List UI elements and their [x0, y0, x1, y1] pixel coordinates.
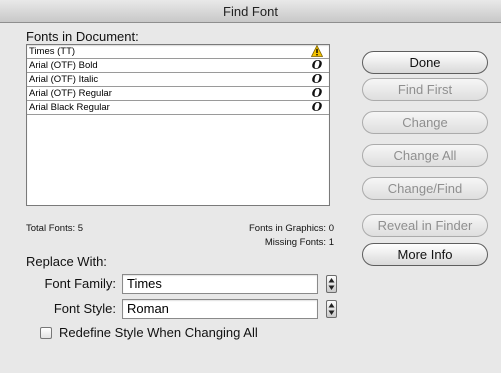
- font-name: Times (TT): [29, 46, 76, 57]
- font-list-item[interactable]: Arial Black Regular O: [27, 101, 329, 115]
- up-down-arrows-icon: [328, 278, 335, 290]
- font-family-label: Font Family:: [44, 276, 116, 291]
- total-fonts-count: Total Fonts: 5: [26, 223, 84, 234]
- more-info-button[interactable]: More Info: [362, 243, 488, 266]
- font-style-stepper[interactable]: [326, 300, 337, 318]
- find-first-button[interactable]: Find First: [362, 78, 488, 101]
- reveal-in-finder-button[interactable]: Reveal in Finder: [362, 214, 488, 237]
- font-list-item[interactable]: Arial (OTF) Italic O: [27, 73, 329, 87]
- warning-icon: [310, 44, 324, 58]
- redefine-style-checkbox[interactable]: [40, 327, 52, 339]
- font-name: Arial (OTF) Bold: [29, 60, 98, 71]
- change-find-button[interactable]: Change/Find: [362, 177, 488, 200]
- font-list-item[interactable]: Arial (OTF) Bold O: [27, 59, 329, 73]
- up-down-arrows-icon: [328, 303, 335, 315]
- window-title: Find Font: [0, 0, 501, 23]
- opentype-icon: O: [311, 72, 323, 86]
- opentype-icon: O: [311, 58, 323, 72]
- font-list-item[interactable]: Times (TT): [27, 44, 329, 59]
- font-name: Arial Black Regular: [29, 102, 110, 113]
- font-list-item[interactable]: Arial (OTF) Regular O: [27, 87, 329, 101]
- opentype-icon: O: [311, 100, 323, 114]
- font-style-field[interactable]: Roman: [122, 299, 318, 319]
- done-button[interactable]: Done: [362, 51, 488, 74]
- font-family-field[interactable]: Times: [122, 274, 318, 294]
- change-button[interactable]: Change: [362, 111, 488, 134]
- redefine-style-label: Redefine Style When Changing All: [59, 325, 258, 340]
- replace-with-label: Replace With:: [26, 254, 107, 269]
- font-style-label: Font Style:: [53, 301, 116, 316]
- font-name: Arial (OTF) Italic: [29, 74, 99, 85]
- opentype-icon: O: [311, 86, 323, 100]
- font-list[interactable]: Times (TT) Arial (OTF) Bold O Arial (OTF…: [26, 44, 330, 206]
- fonts-in-document-label: Fonts in Document:: [26, 29, 139, 44]
- missing-fonts-count: Missing Fonts: 1: [264, 237, 334, 248]
- change-all-button[interactable]: Change All: [362, 144, 488, 167]
- font-family-stepper[interactable]: [326, 275, 337, 293]
- font-name: Arial (OTF) Regular: [29, 88, 112, 99]
- fonts-in-graphics-count: Fonts in Graphics: 0: [248, 223, 334, 234]
